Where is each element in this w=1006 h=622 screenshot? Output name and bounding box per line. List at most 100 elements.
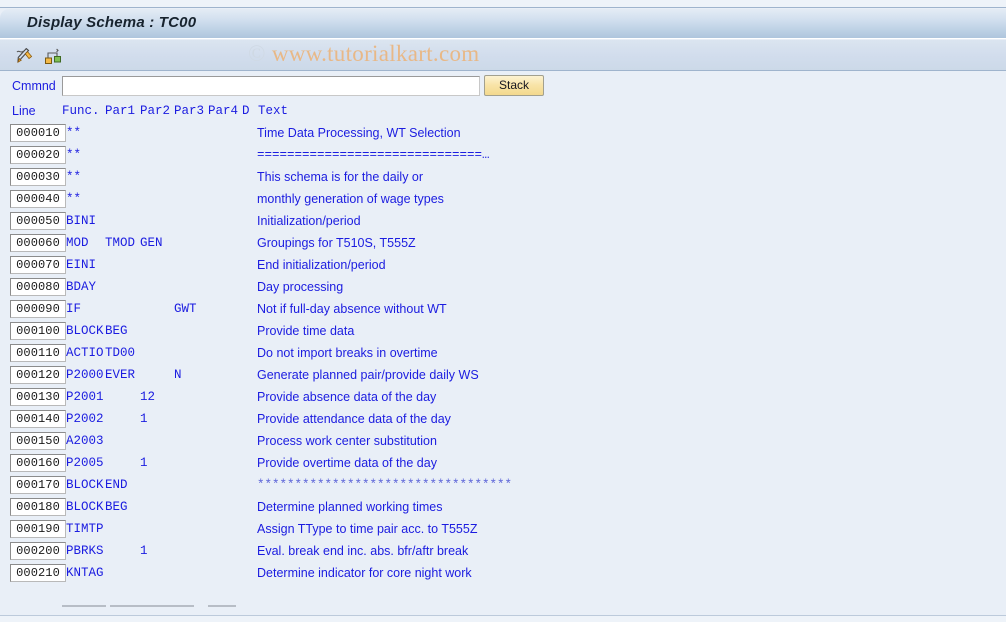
table-row: BLOCKBEG Provide time data (0, 321, 1006, 343)
cell-func[interactable]: PBRKS (66, 544, 104, 558)
cell-par2[interactable]: 12 (140, 390, 155, 404)
line-number-field[interactable] (10, 520, 66, 538)
line-number-field[interactable] (10, 190, 66, 208)
pencil-edit-icon[interactable] (14, 45, 36, 67)
schema-rows-table: ** Time Data Processing, WT Selection ** ==… (0, 123, 1006, 585)
line-number-field[interactable] (10, 256, 66, 274)
cell-par2[interactable]: 1 (140, 412, 148, 426)
title-bar: Display Schema : TC00 (0, 9, 1006, 39)
cell-text[interactable]: Eval. break end inc. abs. bfr/aftr break (257, 544, 468, 558)
cell-text[interactable]: ==============================… (257, 148, 490, 162)
cell-func[interactable]: IF (66, 302, 81, 316)
cell-text[interactable]: Day processing (257, 280, 343, 294)
command-label: Cmmnd (12, 79, 56, 93)
cell-text[interactable]: Provide attendance data of the day (257, 412, 451, 426)
line-number-field[interactable] (10, 234, 66, 252)
column-header-par3: Par3 (174, 104, 205, 118)
sap-schema-display-window: Display Schema : TC00 © www.tutorialkart… (0, 0, 1006, 622)
column-header-par4: Par4 (208, 104, 239, 118)
stack-button[interactable]: Stack (484, 75, 544, 96)
cell-func[interactable]: P2000 (66, 368, 104, 382)
line-number-field[interactable] (10, 300, 66, 318)
table-column-headers: Line Func. Par1 Par2 Par3 Par4 D Text (0, 104, 1006, 121)
cell-func[interactable]: EINI (66, 258, 96, 272)
line-number-field[interactable] (10, 476, 66, 494)
cell-func[interactable]: ** (66, 192, 81, 206)
table-row: BLOCKEND ********************************… (0, 475, 1006, 497)
line-number-field[interactable] (10, 454, 66, 472)
cell-text[interactable]: End initialization/period (257, 258, 386, 272)
command-input[interactable] (62, 76, 480, 96)
line-number-field[interactable] (10, 124, 66, 142)
cell-par2[interactable]: GEN (140, 236, 163, 250)
cell-func[interactable]: MOD (66, 236, 89, 250)
cell-text[interactable]: Time Data Processing, WT Selection (257, 126, 461, 140)
line-number-field[interactable] (10, 410, 66, 428)
cell-func[interactable]: P2001 (66, 390, 104, 404)
line-number-field[interactable] (10, 168, 66, 186)
line-number-field[interactable] (10, 146, 66, 164)
cell-par3[interactable]: GWT (174, 302, 197, 316)
cell-par1[interactable]: BEG (105, 500, 128, 514)
line-number-field[interactable] (10, 366, 66, 384)
cell-text[interactable]: monthly generation of wage types (257, 192, 444, 206)
cell-par1[interactable]: END (105, 478, 128, 492)
table-row: ACTIOTD00 Do not import breaks in overtim… (0, 343, 1006, 365)
line-number-field[interactable] (10, 542, 66, 560)
cell-func[interactable]: A2003 (66, 434, 104, 448)
cell-func[interactable]: TIMTP (66, 522, 104, 536)
table-row: P2002 1 Provide attendance data of the day (0, 409, 1006, 431)
cell-text[interactable]: Process work center substitution (257, 434, 437, 448)
cell-text[interactable]: Determine indicator for core night work (257, 566, 472, 580)
cell-par1[interactable]: EVER (105, 368, 135, 382)
line-number-field[interactable] (10, 564, 66, 582)
line-number-field[interactable] (10, 388, 66, 406)
cell-text[interactable]: Generate planned pair/provide daily WS (257, 368, 479, 382)
cell-par1[interactable]: TMOD (105, 236, 135, 250)
table-row: A2003 Process work center substitution (0, 431, 1006, 453)
table-row: MOD TMOD GEN Groupings for T510S, T555Z (0, 233, 1006, 255)
column-header-func: Func. (62, 104, 100, 118)
cell-func[interactable]: ** (66, 148, 81, 162)
cell-func[interactable]: ** (66, 126, 81, 140)
cell-text[interactable]: Assign TType to time pair acc. to T555Z (257, 522, 477, 536)
line-number-field[interactable] (10, 212, 66, 230)
line-number-field[interactable] (10, 278, 66, 296)
table-row: BLOCKBEG Determine planned working times (0, 497, 1006, 519)
cell-text[interactable]: Provide overtime data of the day (257, 456, 437, 470)
cell-text[interactable]: Provide absence data of the day (257, 390, 436, 404)
cell-func[interactable]: BLOCK (66, 324, 104, 338)
cell-func[interactable]: P2002 (66, 412, 104, 426)
cell-text[interactable]: Initialization/period (257, 214, 361, 228)
cell-par2[interactable]: 1 (140, 456, 148, 470)
hierarchy-structure-icon[interactable] (42, 45, 64, 67)
cell-func[interactable]: BDAY (66, 280, 96, 294)
cell-func[interactable]: ACTIO (66, 346, 104, 360)
partial-field-2[interactable] (110, 605, 194, 607)
line-number-field[interactable] (10, 322, 66, 340)
cell-text[interactable]: ********************************** (257, 478, 512, 492)
cell-par3[interactable]: N (174, 368, 182, 382)
partial-field-1[interactable] (62, 605, 106, 607)
cell-text[interactable]: Not if full-day absence without WT (257, 302, 447, 316)
cell-func[interactable]: P2005 (66, 456, 104, 470)
cell-text[interactable]: Provide time data (257, 324, 354, 338)
cell-text[interactable]: Do not import breaks in overtime (257, 346, 438, 360)
cell-func[interactable]: KNTAG (66, 566, 104, 580)
cell-text[interactable]: This schema is for the daily or (257, 170, 423, 184)
cell-text[interactable]: Determine planned working times (257, 500, 443, 514)
cell-par1[interactable]: BEG (105, 324, 128, 338)
table-row: EINI End initialization/period (0, 255, 1006, 277)
cell-func[interactable]: BINI (66, 214, 96, 228)
line-number-field[interactable] (10, 344, 66, 362)
line-number-field[interactable] (10, 432, 66, 450)
partial-field-3[interactable] (208, 605, 236, 607)
cell-par1[interactable]: TD00 (105, 346, 135, 360)
cell-func[interactable]: BLOCK (66, 500, 104, 514)
line-number-field[interactable] (10, 498, 66, 516)
cell-func[interactable]: ** (66, 170, 81, 184)
cell-par2[interactable]: 1 (140, 544, 148, 558)
window-bottom-divider (0, 615, 1006, 622)
cell-text[interactable]: Groupings for T510S, T555Z (257, 236, 416, 250)
cell-func[interactable]: BLOCK (66, 478, 104, 492)
